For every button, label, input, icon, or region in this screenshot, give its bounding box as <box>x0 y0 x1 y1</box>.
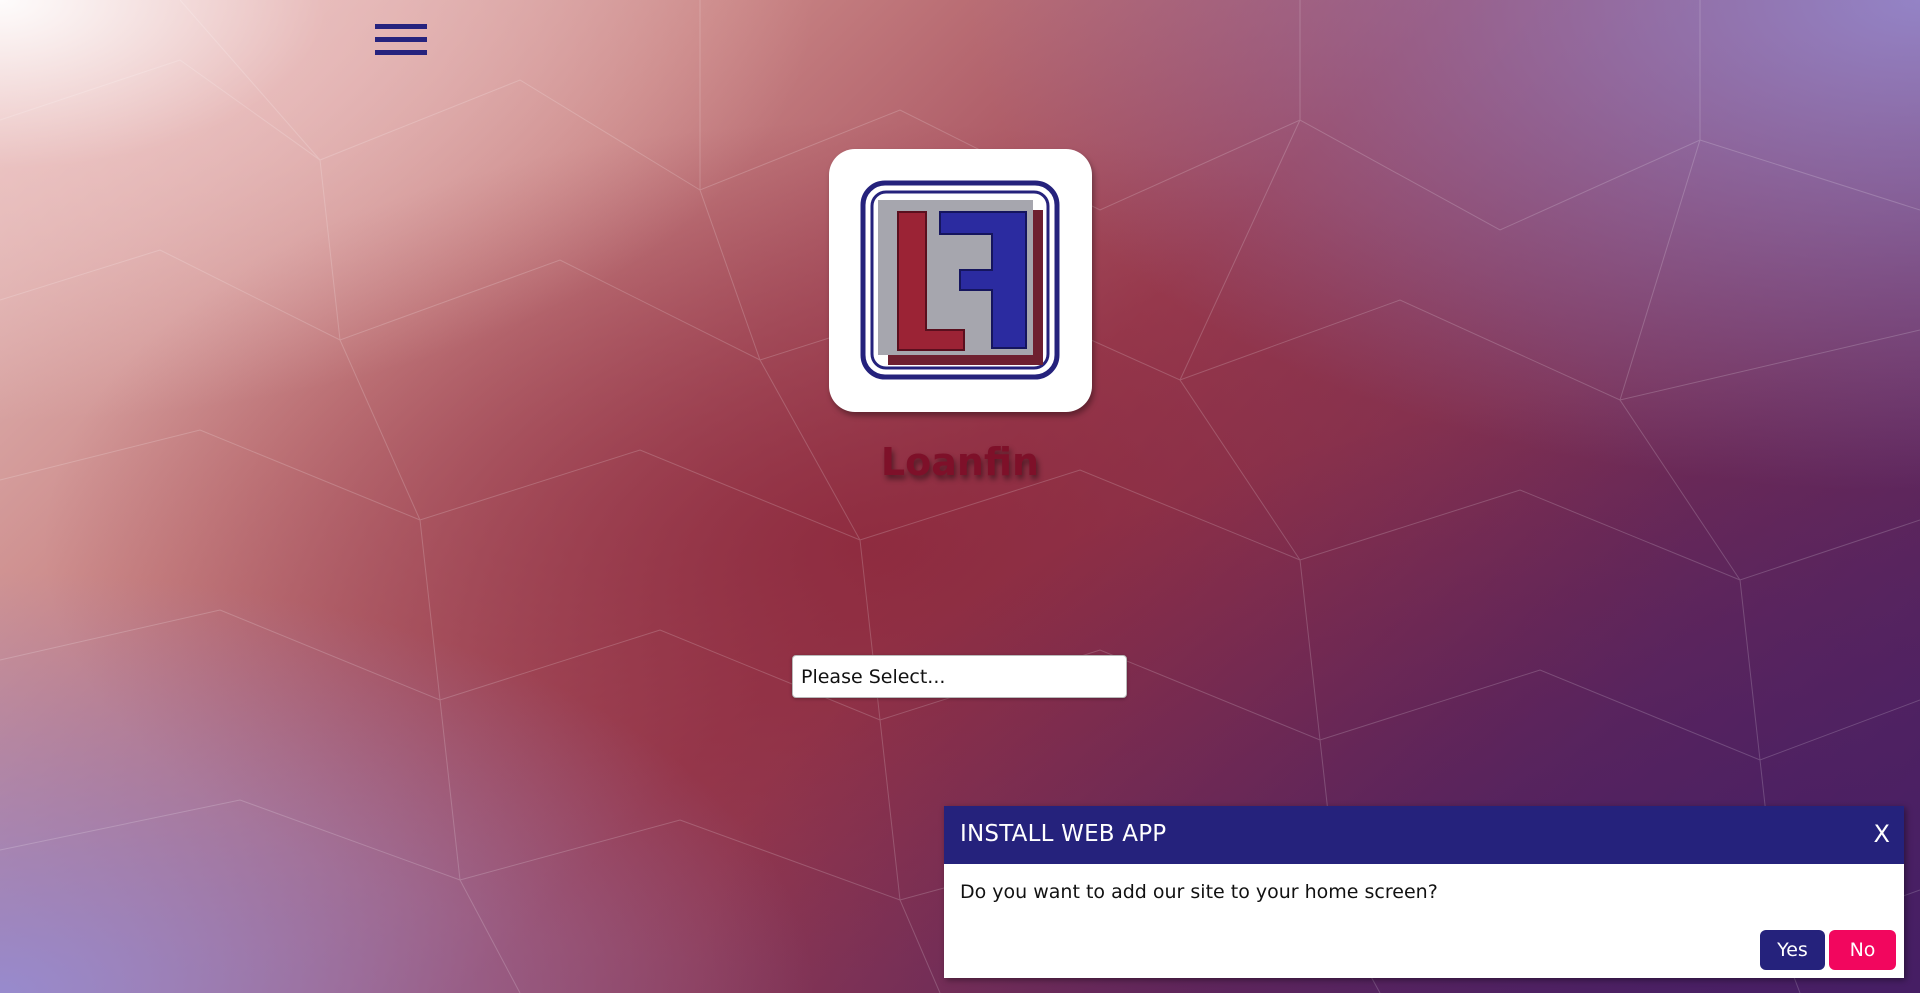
menu-bar-top <box>375 24 427 29</box>
menu-bar-middle <box>375 37 427 42</box>
loanfin-logo-icon <box>860 180 1060 380</box>
hamburger-menu-icon[interactable] <box>375 22 427 60</box>
close-icon[interactable]: X <box>1874 820 1890 848</box>
menu-bar-bottom <box>375 50 427 55</box>
service-selector[interactable]: Please Select... <box>792 655 1127 698</box>
service-select[interactable]: Please Select... <box>792 655 1127 698</box>
install-panel-message: Do you want to add our site to your home… <box>960 881 1438 903</box>
brand-name: Loanfin <box>880 440 1040 484</box>
yes-button[interactable]: Yes <box>1760 930 1825 970</box>
logo-card <box>829 149 1092 412</box>
install-panel-header: INSTALL WEB APP X <box>944 806 1904 864</box>
install-panel-title: INSTALL WEB APP <box>960 821 1167 847</box>
no-button[interactable]: No <box>1829 930 1896 970</box>
install-web-app-panel: INSTALL WEB APP X Do you want to add our… <box>944 806 1904 978</box>
